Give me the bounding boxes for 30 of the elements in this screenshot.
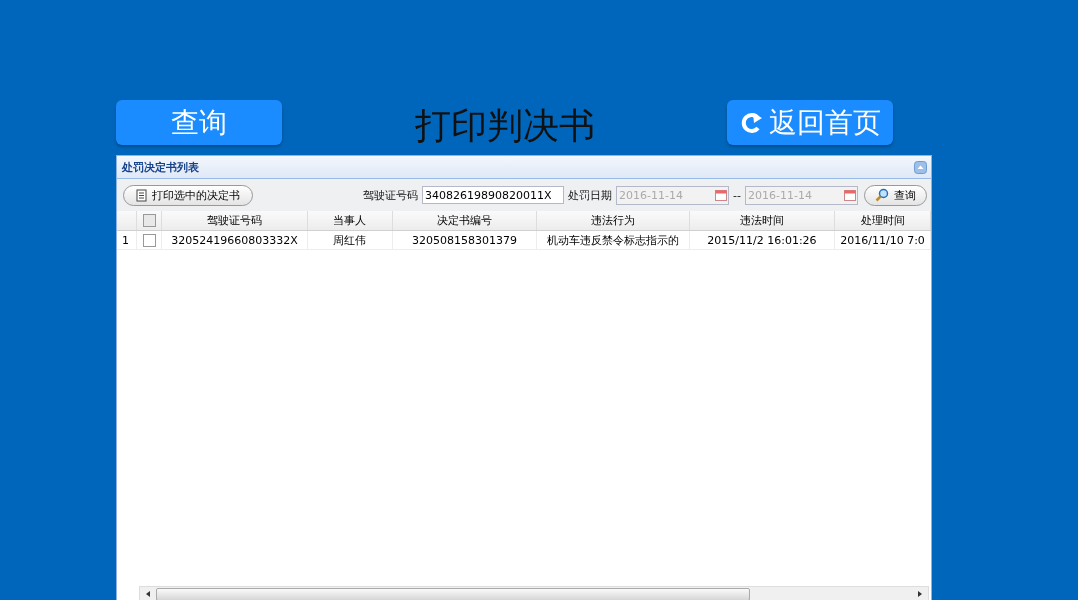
column-header[interactable]: 决定书编号 — [392, 211, 537, 231]
page-title: 打印判决书 — [413, 104, 596, 148]
license-label: 驾驶证号码 — [363, 187, 419, 203]
document-icon — [136, 188, 147, 202]
row-number: 1 — [117, 230, 137, 250]
column-header[interactable]: 驾驶证号码 — [161, 211, 308, 231]
date-label: 处罚日期 — [568, 187, 613, 203]
scroll-thumb[interactable] — [156, 587, 750, 600]
license-field[interactable]: 34082619890820011X — [422, 186, 565, 204]
table-cell: 周红伟 — [307, 230, 393, 250]
row-checkbox[interactable] — [142, 233, 156, 247]
table-cell: 32052419660803332X — [161, 230, 308, 250]
column-header[interactable]: 处理时间 — [834, 211, 931, 231]
column-header[interactable]: 违法行为 — [536, 211, 690, 231]
search-button[interactable]: 查询 — [864, 184, 927, 206]
print-selected-button[interactable]: 打印选中的决定书 — [123, 184, 253, 206]
table-cell: 机动车违反禁令标志指示的 — [536, 230, 690, 250]
table-cell: 320508158301379 — [392, 230, 537, 250]
panel-title: 处罚决定书列表 — [122, 159, 199, 175]
search-icon — [875, 188, 889, 202]
table-cell: 2016/11/10 7:0 — [834, 230, 931, 250]
scroll-left-icon[interactable] — [146, 591, 150, 597]
select-all-checkbox[interactable] — [142, 214, 156, 228]
table-cell: 2015/11/2 16:01:26 — [689, 230, 835, 250]
date-separator: -- — [733, 188, 741, 202]
scroll-right-icon[interactable] — [918, 591, 922, 597]
horizontal-scrollbar[interactable] — [139, 586, 929, 600]
collapse-icon[interactable] — [914, 160, 927, 174]
column-header[interactable]: 当事人 — [307, 211, 393, 231]
column-header[interactable]: 违法时间 — [689, 211, 835, 231]
